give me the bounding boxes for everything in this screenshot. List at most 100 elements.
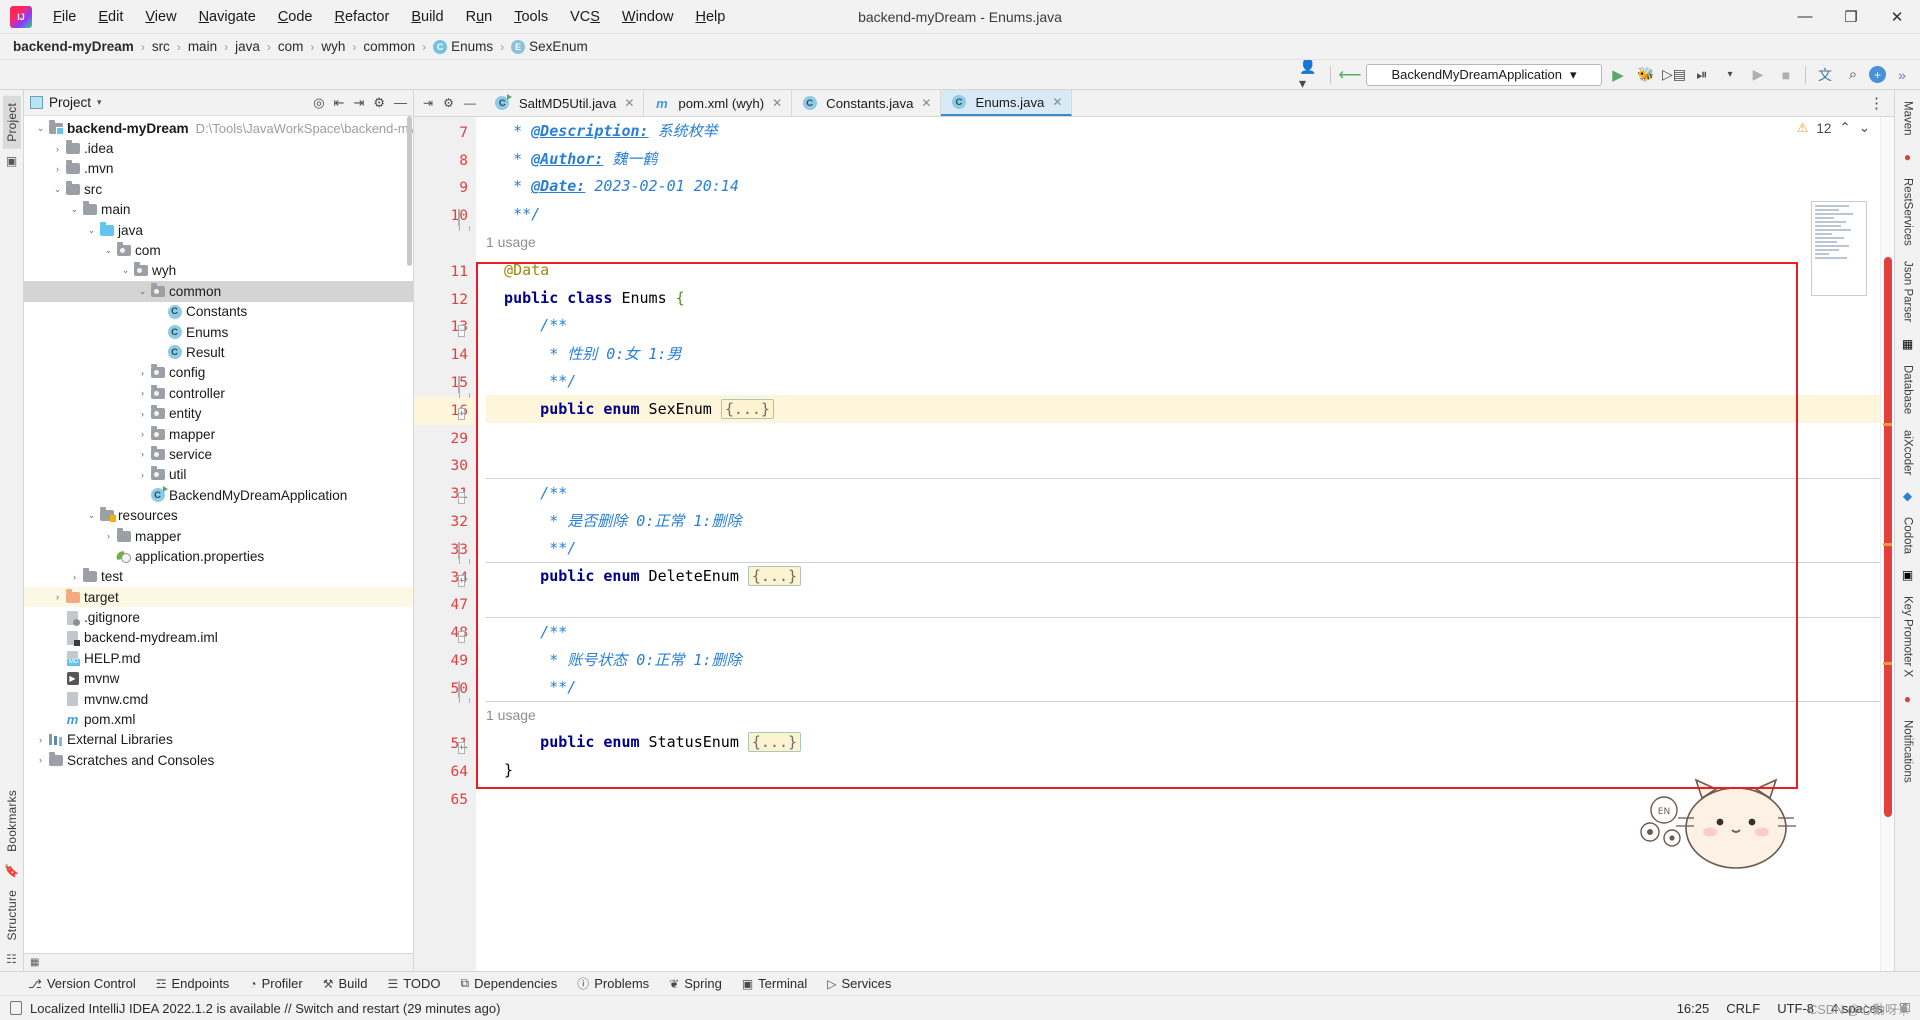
- breadcrumb-item-common[interactable]: common: [360, 38, 418, 55]
- tree-node-util[interactable]: › util: [24, 465, 413, 485]
- notifications-icon[interactable]: ●: [1899, 690, 1917, 708]
- editor-scrollbar[interactable]: [1880, 117, 1894, 971]
- stop-button[interactable]: ■: [1774, 63, 1798, 87]
- project-tree[interactable]: ⌄ backend-myDream D:\Tools\JavaWorkSpace\b…: [24, 116, 413, 953]
- gutter-line-x[interactable]: [414, 230, 476, 258]
- tool-window-terminal[interactable]: ▣ Terminal: [742, 976, 807, 991]
- settings-gear-icon[interactable]: ⚙: [373, 95, 385, 111]
- tree-expand-arrow[interactable]: ›: [51, 592, 64, 602]
- gutter-line-51[interactable]: 51+: [414, 731, 476, 759]
- breadcrumb-item-wyh[interactable]: wyh: [318, 38, 348, 55]
- structure-icon[interactable]: ☷: [6, 947, 17, 971]
- tree-expand-arrow[interactable]: ⌄: [85, 510, 98, 521]
- gutter-line-13[interactable]: 13−: [414, 314, 476, 342]
- tree-expand-arrow[interactable]: ⌄: [102, 245, 115, 256]
- tree-node-java[interactable]: ⌄ java: [24, 220, 413, 240]
- tree-node--idea[interactable]: › .idea: [24, 138, 413, 158]
- tree-node-mvnw-cmd[interactable]: mvnw.cmd: [24, 689, 413, 709]
- gutter-line-x[interactable]: [414, 703, 476, 731]
- gutter-line-47[interactable]: 47: [414, 592, 476, 620]
- tree-node-pom-xml[interactable]: m pom.xml: [24, 709, 413, 729]
- tree-node-enums[interactable]: C Enums: [24, 322, 413, 342]
- menu-edit[interactable]: Edit: [87, 5, 134, 29]
- tree-expand-arrow[interactable]: ›: [68, 572, 81, 582]
- fold-collapse-icon[interactable]: −: [458, 488, 471, 504]
- settings-gear-icon[interactable]: ⚙: [443, 96, 454, 110]
- tree-expand-arrow[interactable]: ›: [34, 755, 47, 765]
- breadcrumb-item-main[interactable]: main: [185, 38, 220, 55]
- gutter-line-48[interactable]: 48−: [414, 619, 476, 647]
- tree-expand-arrow[interactable]: ⌄: [51, 184, 64, 195]
- tree-node-src[interactable]: ⌄ src: [24, 179, 413, 199]
- build-hammer-icon[interactable]: ⟵: [1338, 63, 1362, 87]
- gutter-line-31[interactable]: 31−: [414, 480, 476, 508]
- tree-node-mapper[interactable]: › mapper: [24, 526, 413, 546]
- restservices-icon[interactable]: ●: [1899, 148, 1917, 166]
- fold-expand-icon[interactable]: +: [458, 571, 471, 588]
- tool-window-version-control[interactable]: ⎇ Version Control: [28, 976, 136, 991]
- codota-icon[interactable]: ◆: [1899, 487, 1917, 505]
- fold-collapse-icon[interactable]: −: [458, 627, 471, 643]
- collapse-all-icon[interactable]: ⇥: [353, 95, 364, 111]
- breadcrumb-item-java[interactable]: java: [232, 38, 263, 55]
- breadcrumb-item-project[interactable]: backend-myDream: [10, 38, 137, 55]
- close-tab-icon[interactable]: ✕: [624, 96, 634, 110]
- tree-expand-arrow[interactable]: ⌄: [34, 123, 47, 134]
- fold-end-icon[interactable]: [458, 208, 471, 226]
- sidebar-tab-structure[interactable]: Structure: [3, 883, 21, 948]
- tree-node-config[interactable]: › config: [24, 363, 413, 383]
- sidebar-tab-bookmarks[interactable]: Bookmarks: [3, 783, 21, 859]
- tree-expand-arrow[interactable]: ⌄: [136, 286, 149, 297]
- tree-expand-arrow[interactable]: ›: [34, 735, 47, 745]
- tree-node-backendmydreamapplication[interactable]: C BackendMyDreamApplication: [24, 485, 413, 505]
- expand-all-icon[interactable]: ⇤: [334, 95, 345, 111]
- menu-bar[interactable]: File Edit View Navigate Code Refactor Bu…: [42, 5, 736, 29]
- fold-end-icon[interactable]: [458, 542, 471, 560]
- editor-tab-bar[interactable]: ⇥ ⚙ — C SaltMD5Util.java ✕ m pom.xml (wyh) ✕ C…: [414, 90, 1894, 117]
- gutter-line-16[interactable]: 16+: [414, 396, 476, 425]
- menu-navigate[interactable]: Navigate: [188, 5, 267, 29]
- tree-node-scratches-and-consoles[interactable]: › Scratches and Consoles: [24, 750, 413, 770]
- translate-icon[interactable]: 文: [1813, 63, 1837, 87]
- tool-window-todo[interactable]: ☰ TODO: [387, 976, 440, 991]
- sidebar-tab-codota[interactable]: Codota: [1901, 510, 1915, 561]
- rerun-button[interactable]: ▶: [1746, 63, 1770, 87]
- sidebar-tab-maven[interactable]: Maven: [1901, 94, 1915, 143]
- locate-file-icon[interactable]: ◎: [313, 95, 324, 111]
- search-icon[interactable]: ⌕: [1841, 63, 1865, 87]
- event-log-icon[interactable]: [10, 1001, 22, 1015]
- tree-node-mapper[interactable]: › mapper: [24, 424, 413, 444]
- debug-button[interactable]: 🐝: [1634, 63, 1658, 87]
- tool-window-services[interactable]: ▷ Services: [827, 976, 891, 991]
- gutter-line-50[interactable]: 50: [414, 675, 476, 703]
- menu-build[interactable]: Build: [400, 5, 454, 29]
- tree-node-resources[interactable]: ⌄ resources: [24, 505, 413, 525]
- tree-expand-arrow[interactable]: ›: [136, 388, 149, 398]
- menu-vcs[interactable]: VCS: [559, 5, 611, 29]
- database-icon[interactable]: ▦: [1899, 335, 1917, 353]
- close-tab-icon[interactable]: ✕: [921, 96, 931, 110]
- profile-run-button[interactable]: ⏯: [1690, 63, 1714, 87]
- editor-gutter[interactable]: 7 8 9 10 11 12 13− 14 1516+ 29 30 31− 32 3334+ 47 48− 49…: [414, 117, 476, 971]
- breadcrumb-item-src[interactable]: src: [149, 38, 173, 55]
- sidebar-tab-aixcoder[interactable]: aiXcoder: [1901, 423, 1915, 482]
- fold-expand-icon[interactable]: +: [458, 404, 471, 421]
- previous-problem-icon[interactable]: ⌃: [1839, 120, 1850, 136]
- tree-scrollbar[interactable]: [407, 116, 412, 266]
- minimize-button[interactable]: —: [1782, 0, 1828, 34]
- project-view-chevron-icon[interactable]: ▾: [97, 97, 102, 108]
- gutter-line-11[interactable]: 11: [414, 258, 476, 286]
- gutter-line-32[interactable]: 32: [414, 508, 476, 536]
- close-button[interactable]: ✕: [1874, 0, 1920, 34]
- gutter-line-64[interactable]: 64: [414, 758, 476, 786]
- tool-window-profiler[interactable]: ◔ Profiler: [249, 976, 302, 991]
- fold-end-icon[interactable]: [458, 375, 471, 393]
- tree-node-help-md[interactable]: HELP.md: [24, 648, 413, 668]
- sidebar-tab-project[interactable]: Project: [2, 96, 21, 149]
- tree-expand-arrow[interactable]: ›: [136, 470, 149, 480]
- tool-window-problems[interactable]: ⓘ Problems: [577, 975, 649, 992]
- tree-node--gitignore[interactable]: .gitignore: [24, 607, 413, 627]
- updates-icon[interactable]: +: [1869, 66, 1886, 83]
- menu-run[interactable]: Run: [455, 5, 504, 29]
- tool-window-build[interactable]: ⚒ Build: [323, 976, 368, 991]
